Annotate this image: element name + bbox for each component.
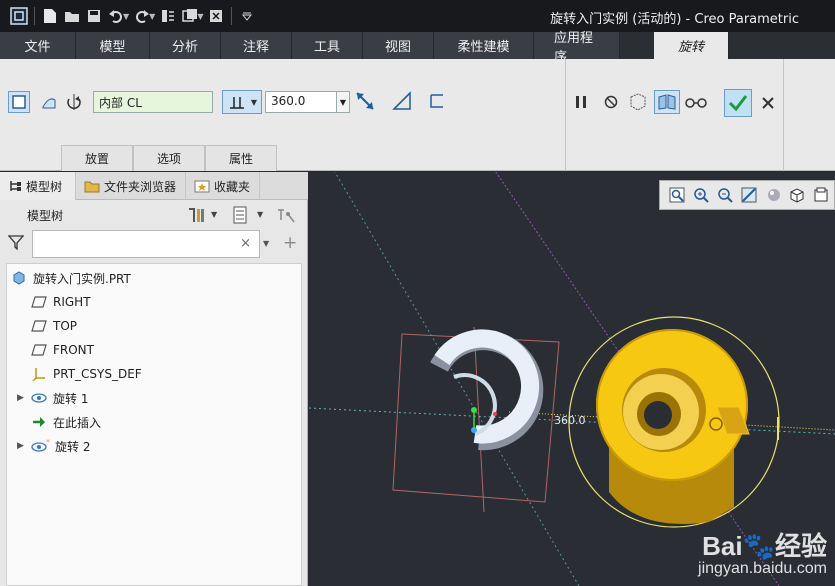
tab-annotate[interactable]: 注释 <box>221 32 292 59</box>
customize-toolbar-icon[interactable] <box>236 6 258 26</box>
solid-revolve-icon[interactable] <box>8 91 30 113</box>
verify-glasses-icon[interactable] <box>685 91 707 113</box>
angle-option-dropdown[interactable]: ▼ <box>222 90 262 114</box>
datum-plane-icon <box>31 343 47 357</box>
tab-view[interactable]: 视图 <box>363 32 434 59</box>
tab-file[interactable]: 文件 <box>0 32 76 59</box>
display-style-icon[interactable] <box>762 184 783 206</box>
tab-analysis[interactable]: 分析 <box>150 32 221 59</box>
favorites-icon <box>194 180 210 193</box>
detached-preview-icon[interactable] <box>654 90 680 114</box>
tree-filters-icon[interactable] <box>276 205 298 225</box>
placement-tab[interactable]: 放置 <box>61 145 133 171</box>
model-tree-title: 模型树 <box>27 209 64 223</box>
tree-settings-icon[interactable] <box>186 205 210 225</box>
tab-favorites[interactable]: 收藏夹 <box>186 172 260 200</box>
axis-collector-field[interactable]: 内部 CL <box>93 91 213 113</box>
datum-plane-icon <box>31 295 47 309</box>
revolve-icon <box>31 391 47 405</box>
window-title: 旋转入门实例 (活动的) - Creo Parametric <box>550 12 799 27</box>
new-file-icon[interactable] <box>39 6 61 26</box>
refit-icon[interactable] <box>666 184 687 206</box>
tab-applications[interactable]: 应用程序 <box>534 31 620 65</box>
part-icon <box>11 271 27 285</box>
attached-preview-icon[interactable] <box>627 91 649 113</box>
revolve-active-icon: * <box>31 439 53 453</box>
paw-icon: 🐾 <box>742 531 775 561</box>
tab-flexible-modeling[interactable]: 柔性建模 <box>434 32 534 59</box>
ok-check-button[interactable] <box>724 89 752 117</box>
navigator-panel: 模型树 文件夹浏览器 收藏夹 模型树 ▼ ▼ × ▼ + 旋转入门实例.PRT <box>0 172 308 586</box>
thicken-sketch-icon[interactable] <box>426 90 448 112</box>
show-columns-icon[interactable] <box>232 205 254 225</box>
csys-icon <box>31 367 47 381</box>
zoom-out-icon[interactable] <box>714 184 735 206</box>
tree-item-front[interactable]: FRONT <box>7 338 301 362</box>
chevron-down-icon[interactable]: ▼ <box>257 210 263 219</box>
tab-model[interactable]: 模型 <box>76 32 150 59</box>
close-window-icon[interactable] <box>205 6 227 26</box>
options-tab[interactable]: 选项 <box>133 145 205 171</box>
revolve-2-preview[interactable] <box>568 316 780 528</box>
svg-text:*: * <box>46 439 50 447</box>
graphics-toolbar <box>659 180 835 210</box>
datum-plane-icon <box>31 319 47 333</box>
angle-value-field[interactable]: 360.0 <box>265 91 337 113</box>
clear-icon[interactable]: × <box>240 236 251 251</box>
tab-tools[interactable]: 工具 <box>292 32 363 59</box>
chevron-down-icon[interactable]: ▼ <box>263 239 269 248</box>
tab-model-tree[interactable]: 模型树 <box>0 172 76 200</box>
model-tree: 旋转入门实例.PRT RIGHT TOP FRONT PRT_CSYS_DEF … <box>6 263 302 586</box>
tree-icon <box>10 181 21 191</box>
no-preview-icon[interactable] <box>600 91 622 113</box>
open-folder-icon[interactable] <box>61 6 83 26</box>
surface-revolve-icon[interactable] <box>38 91 60 113</box>
chevron-down-icon[interactable]: ▼ <box>211 210 217 219</box>
baidu-jingyan-watermark: Bai🐾经验 jingyan.baidu.com <box>698 531 827 577</box>
add-filter-icon[interactable]: + <box>283 233 297 253</box>
tree-item-top[interactable]: TOP <box>7 314 301 338</box>
zoom-in-icon[interactable] <box>690 184 711 206</box>
properties-tab[interactable]: 属性 <box>205 145 277 171</box>
tree-item-csys[interactable]: PRT_CSYS_DEF <box>7 362 301 386</box>
flip-direction-icon[interactable] <box>354 90 376 112</box>
tab-folder-browser[interactable]: 文件夹浏览器 <box>76 172 186 200</box>
tree-item-right[interactable]: RIGHT <box>7 290 301 314</box>
app-logo-icon[interactable] <box>8 6 30 26</box>
tab-revolve[interactable]: 旋转 <box>654 32 729 59</box>
filter-funnel-icon <box>7 234 28 254</box>
navigator-tabs: 模型树 文件夹浏览器 收藏夹 <box>0 172 308 200</box>
ribbon-tab-bar: 文件 模型 分析 注释 工具 视图 柔性建模 应用程序 旋转 <box>0 31 835 65</box>
view-manager-icon[interactable] <box>810 184 831 206</box>
tree-item-revolve-2[interactable]: * 旋转 2 <box>7 434 301 458</box>
tree-filter-input[interactable]: × <box>32 230 260 258</box>
repaint-icon[interactable] <box>738 184 759 206</box>
graphics-viewport[interactable]: 360.0 Bai🐾经验 jingyan.baidu.com <box>309 172 835 586</box>
tree-item-revolve-1[interactable]: 旋转 1 <box>7 386 301 410</box>
insert-here-icon <box>31 415 47 429</box>
revolve-axis-icon[interactable] <box>63 91 85 113</box>
chevron-down-icon: ▼ <box>250 97 258 107</box>
tree-item-insert-here[interactable]: 在此插入 <box>7 410 301 434</box>
saved-orientations-icon[interactable] <box>786 184 807 206</box>
tree-item-part[interactable]: 旋转入门实例.PRT <box>7 266 301 290</box>
save-icon[interactable] <box>83 6 105 26</box>
regenerate-icon[interactable] <box>157 6 179 26</box>
pause-icon[interactable] <box>570 91 592 113</box>
remove-material-icon[interactable] <box>391 90 413 112</box>
revolve-dashboard: 内部 CL ▼ 360.0 ▼ 放置 选项 属性 <box>0 59 835 171</box>
model-geometry: 360.0 <box>309 172 835 586</box>
angle-dropdown-icon[interactable]: ▼ <box>336 91 350 113</box>
revolve-1-body[interactable] <box>430 329 544 451</box>
dashboard-slideup-tabs: 放置 选项 属性 <box>61 145 277 171</box>
angle-dimension-label[interactable]: 360.0 <box>554 414 586 427</box>
folder-icon <box>84 181 100 193</box>
cancel-x-button[interactable] <box>757 92 779 114</box>
title-bar: ▼ ▼ ▼ 旋转入门实例 (活动的) - Creo Parametric <box>0 0 835 32</box>
